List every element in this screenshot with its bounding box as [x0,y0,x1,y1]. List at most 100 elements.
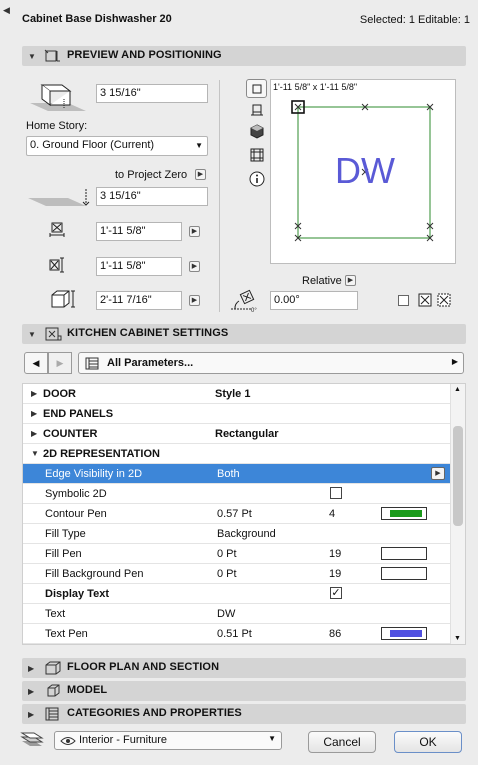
parameter-value: 0 Pt [217,568,237,580]
parameter-row[interactable]: Fill Pen 0 Pt 19 [23,544,451,564]
layer-select[interactable]: Interior - Furniture ▼ [54,731,282,750]
parameter-row[interactable]: Edge Visibility in 2DBoth▶≡ [23,464,459,484]
rotation-angle-input[interactable]: 0.00° [270,291,358,310]
parameter-value: Both [217,468,240,480]
scroll-up-icon[interactable]: ▲ [454,386,461,393]
scrollbar-thumb[interactable] [453,426,463,526]
project-zero-icon [28,189,90,206]
elevation-box-icon [30,84,86,111]
prev-page-button[interactable]: ◀ [24,352,48,374]
info-icon[interactable] [249,171,265,187]
preview-positioning-icon [44,49,60,62]
height-input[interactable]: 3 15/16" [96,84,208,103]
width-input[interactable]: 1'-11 5/8" [96,222,182,241]
parameter-row[interactable]: Text DW [23,604,451,624]
expand-triangle-icon: ▶ [28,664,35,673]
parameter-name: Contour Pen [45,508,107,520]
parameter-value: Style 1 [215,388,251,400]
depth-dimension-icon [49,257,64,273]
home-story-select[interactable]: 0. Ground Floor (Current) ▼ [26,136,208,156]
mirror-x-icon[interactable] [418,293,432,307]
floor-plan-section-header[interactable]: ▶ FLOOR PLAN AND SECTION [22,658,466,678]
parameter-value: Background [217,528,276,540]
depth-input[interactable]: 1'-11 5/8" [96,257,182,276]
parameter-row[interactable]: Fill Background Pen 0 Pt 19 [23,564,451,584]
home-story-value: 0. Ground Floor (Current) [30,139,155,151]
parameter-checkbox[interactable] [330,487,342,499]
pen-color-swatch[interactable] [381,507,427,520]
collapsed-triangle-icon[interactable]: ▶ [31,429,37,438]
parameter-row[interactable]: Fill Type Background [23,524,451,544]
section-view-icon[interactable] [249,103,265,119]
parameter-group-row[interactable]: ▶ DOOR Style 1 [23,384,451,404]
relative-arrow-button[interactable]: ▶ [345,275,356,286]
size-arrow-button[interactable]: ▶ [189,295,200,306]
parameter-value: DW [217,608,236,620]
back-chevron-icon[interactable]: ◀ [3,5,10,16]
width-arrow-button[interactable]: ▶ [189,226,200,237]
relative-label: Relative [302,275,342,287]
pen-number: 19 [329,548,342,560]
mirror-checkbox[interactable] [398,295,409,306]
collapse-triangle-icon: ▼ [28,330,36,339]
next-page-button[interactable]: ▶ [48,352,72,374]
parameter-value: 0.57 Pt [217,508,252,520]
home-story-label: Home Story: [26,120,88,132]
preview-section-header[interactable]: ▼ PREVIEW AND POSITIONING [22,46,466,66]
dropdown-arrow-icon: ▼ [195,141,203,150]
expanded-triangle-icon[interactable]: ▼ [31,449,39,458]
collapse-triangle-icon: ▼ [28,52,36,61]
floor-plan-view-icon [252,84,262,94]
rotation-angle-icon: 0° [231,289,257,313]
preview-divider [219,80,220,312]
model-cube-icon [47,684,60,697]
kitchen-section-label: KITCHEN CABINET SETTINGS [67,327,229,339]
preview-canvas[interactable]: 1'-11 5/8" x 1'-11 5/8" DW [270,79,456,264]
parameter-name: DOOR [43,388,76,400]
parameter-list-icon [85,357,99,370]
depth-arrow-button[interactable]: ▶ [189,261,200,272]
parameter-row[interactable]: Display Text ✓ [23,584,451,604]
selection-status: Selected: 1 Editable: 1 [359,14,470,26]
cancel-button[interactable]: Cancel [308,731,376,753]
parameter-row[interactable]: Contour Pen 0.57 Pt 4 [23,504,451,524]
ok-button[interactable]: OK [394,731,462,753]
pen-color-bar [388,510,422,517]
parameter-group-row[interactable]: ▶ END PANELS [23,404,451,424]
categories-list-icon [45,707,59,721]
kitchen-section-header[interactable]: ▼ KITCHEN CABINET SETTINGS [22,324,466,344]
floor-plan-section-icon [45,661,61,675]
size-input[interactable]: 2'-11 7/16" [96,291,182,310]
parameter-group-select[interactable]: All Parameters... ▶ [78,352,464,374]
collapsed-triangle-icon[interactable]: ▶ [31,389,37,398]
parameter-name: Text Pen [45,628,88,640]
row-options-arrow-button[interactable]: ▶ [431,467,445,480]
model-section-header[interactable]: ▶ MODEL [22,681,466,701]
parameter-row[interactable]: Text Pen 0.51 Pt 86 [23,624,451,644]
project-zero-arrow-button[interactable]: ▶ [195,169,206,180]
list-scrollbar[interactable]: ▲ ▼ [450,384,465,644]
3d-view-icon[interactable] [249,124,265,140]
categories-section-header[interactable]: ▶ CATEGORIES AND PROPERTIES [22,704,466,724]
collapsed-triangle-icon[interactable]: ▶ [31,409,37,418]
layer-icon [20,732,44,746]
project-zero-input[interactable]: 3 15/16" [96,187,208,206]
parameter-name: Fill Type [45,528,86,540]
parameter-checkbox[interactable]: ✓ [330,587,342,599]
dropdown-arrow-icon: ▶ [451,357,458,366]
parameter-list[interactable]: ▶ DOOR Style 1 ▶ END PANELS ▶ COUNTER Rectangul… [22,383,466,645]
parameter-group-row[interactable]: ▼ 2D REPRESENTATION [23,444,451,464]
parameter-name: COUNTER [43,428,98,440]
pen-color-swatch[interactable] [381,567,427,580]
to-project-zero-label: to Project Zero [115,169,188,181]
parameter-row[interactable]: Symbolic 2D [23,484,451,504]
pen-color-swatch[interactable] [381,627,427,640]
elevation-view-icon[interactable] [249,147,265,163]
scroll-down-icon[interactable]: ▼ [454,635,461,642]
pen-color-swatch[interactable] [381,547,427,560]
mirror-y-icon[interactable] [437,293,451,307]
parameter-name: 2D REPRESENTATION [43,448,160,460]
parameter-name: Display Text [45,588,109,600]
parameter-group-row[interactable]: ▶ COUNTER Rectangular [23,424,451,444]
floor-plan-view-button[interactable] [246,79,267,98]
